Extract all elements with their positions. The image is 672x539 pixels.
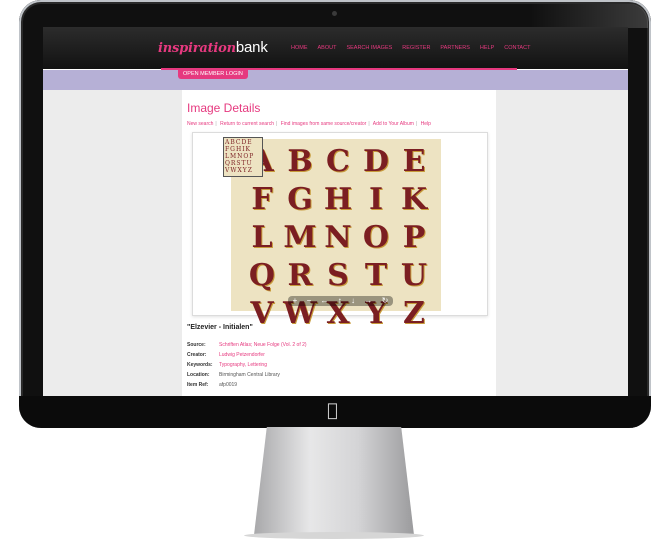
monitor-stand: [254, 427, 414, 535]
camera: [332, 11, 337, 16]
nav-contact[interactable]: CONTACT: [504, 45, 530, 51]
metadata-label: Keywords:: [187, 362, 213, 368]
reset-view-icon[interactable]: ↻: [382, 296, 389, 306]
initial-letter: M: [283, 220, 317, 255]
nav-about[interactable]: ABOUT: [318, 45, 337, 51]
metadata-value[interactable]: Ludwig Petzendorfer: [219, 352, 265, 362]
initial-letter: F: [251, 182, 273, 217]
content-panel: Image Details New search | Return to curr…: [182, 90, 496, 396]
metadata-value[interactable]: Schriften Atlas; Neue Folge (Vol. 2 of 2…: [219, 342, 307, 352]
nav-search-images[interactable]: SEARCH IMAGES: [346, 45, 392, 51]
pan-down-icon[interactable]: ↓: [351, 296, 355, 306]
link-help[interactable]: Help: [421, 121, 431, 127]
metadata-label: Source:: [187, 342, 206, 348]
pan-left-icon[interactable]: ←: [321, 296, 329, 306]
logo-part2: bank: [235, 39, 268, 56]
initial-letter: S: [327, 258, 349, 293]
link-find-same-source[interactable]: Find images from same source/creator: [281, 121, 367, 127]
initial-letter: G: [287, 182, 313, 217]
initial-letter: P: [402, 220, 426, 255]
initial-letter: U: [400, 258, 428, 293]
metadata-label: Location:: [187, 372, 210, 378]
zoom-in-icon[interactable]: +: [293, 296, 298, 306]
zoom-out-icon[interactable]: −: [307, 296, 312, 306]
zoom-pan-controls: + − ← ↑ ↓ → ↻: [288, 296, 393, 306]
image-viewer: ABCDEFGHIKLMNOPQRSTUVWXYZ ABCDE FGHIK LM…: [192, 132, 488, 329]
nav-help[interactable]: HELP: [480, 45, 494, 51]
metadata-label: Creator:: [187, 352, 207, 358]
logo-part1: inspiration: [158, 41, 236, 56]
metadata-value: afp0019: [219, 382, 238, 388]
stand-shadow: [244, 532, 424, 539]
metadata-row: Location: Birmingham Central Library: [187, 372, 307, 382]
metadata-row: Source: Schriften Atlas; Neue Folge (Vol.…: [187, 342, 307, 352]
link-return-search[interactable]: Return to current search: [220, 121, 274, 127]
initial-letter: Q: [248, 258, 276, 293]
screen: inspirationbank HOME ABOUT SEARCH IMAGES…: [43, 27, 628, 396]
initial-letter: I: [368, 182, 384, 217]
page-title: Image Details: [187, 101, 261, 115]
initial-letter: N: [324, 220, 352, 255]
action-links: New search | Return to current search | Fi…: [187, 121, 431, 127]
initial-letter: E: [402, 144, 426, 179]
metadata-row: Keywords: Typography, Lettering: [187, 362, 307, 372]
metadata-row: Creator: Ludwig Petzendorfer: [187, 352, 307, 362]
metadata-row: Item Ref: afp0019: [187, 382, 307, 392]
apple-logo-icon: : [327, 400, 338, 421]
initial-letter: L: [251, 220, 273, 255]
metadata-value: Birmingham Central Library: [219, 372, 280, 378]
item-metadata: Source: Schriften Atlas; Neue Folge (Vol.…: [187, 342, 307, 392]
screen-gloss: [530, 4, 648, 28]
metadata-value[interactable]: Typography, Lettering: [219, 362, 267, 372]
initial-letter: H: [323, 182, 353, 217]
item-title: "Elzevier - Initialen": [187, 324, 253, 331]
navigator-thumbnail[interactable]: ABCDE FGHIK LMNOP QRSTU VWXYZ: [223, 137, 263, 177]
initial-letter: K: [400, 182, 428, 217]
initial-letter: C: [326, 144, 350, 179]
initial-letter: R: [287, 258, 313, 293]
link-new-search[interactable]: New search: [187, 121, 213, 127]
main-nav: HOME ABOUT SEARCH IMAGES REGISTER PARTNE…: [291, 45, 530, 51]
initial-letter: O: [362, 220, 390, 255]
link-add-album[interactable]: Add to Your Album: [373, 121, 414, 127]
nav-register[interactable]: REGISTER: [402, 45, 430, 51]
initial-letter: T: [364, 258, 388, 293]
nav-partners[interactable]: PARTNERS: [440, 45, 469, 51]
initial-letter: D: [362, 144, 389, 179]
site-header: inspirationbank HOME ABOUT SEARCH IMAGES…: [43, 27, 628, 69]
site-logo[interactable]: inspirationbank: [158, 39, 268, 56]
nav-home[interactable]: HOME: [291, 45, 308, 51]
initial-letter: B: [287, 144, 313, 179]
pan-right-icon[interactable]: →: [364, 296, 372, 306]
initial-letter: Z: [403, 296, 425, 331]
pan-up-icon[interactable]: ↑: [338, 296, 342, 306]
member-login-button[interactable]: OPEN MEMBER LOGIN: [178, 69, 248, 79]
metadata-label: Item Ref:: [187, 382, 209, 388]
